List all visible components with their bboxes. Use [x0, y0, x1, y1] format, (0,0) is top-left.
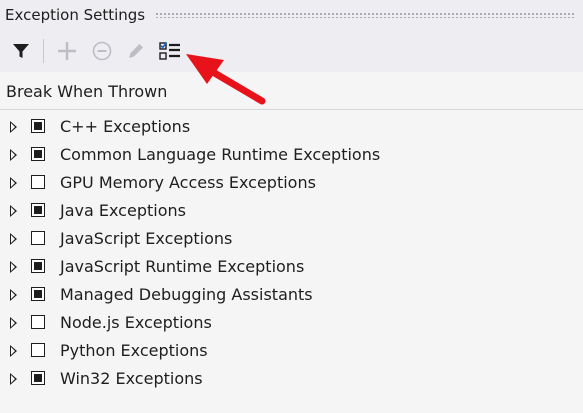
- list-item[interactable]: Node.js Exceptions: [0, 309, 583, 337]
- list-item[interactable]: Java Exceptions: [0, 197, 583, 225]
- list-item[interactable]: Common Language Runtime Exceptions: [0, 141, 583, 169]
- category-checkbox[interactable]: [31, 175, 45, 189]
- category-label: GPU Memory Access Exceptions: [60, 173, 316, 192]
- category-label: Java Exceptions: [60, 201, 186, 220]
- expand-arrow-icon[interactable]: [10, 373, 17, 385]
- category-checkbox[interactable]: [31, 231, 45, 245]
- expand-arrow-icon[interactable]: [10, 261, 17, 273]
- list-item[interactable]: JavaScript Exceptions: [0, 225, 583, 253]
- panel-titlebar: Exception Settings: [0, 0, 583, 30]
- expand-arrow-icon[interactable]: [10, 121, 17, 133]
- category-checkbox[interactable]: [31, 371, 45, 385]
- toolbar-separator: [43, 39, 44, 63]
- list-item[interactable]: Python Exceptions: [0, 337, 583, 365]
- category-label: C++ Exceptions: [60, 117, 191, 136]
- category-checkbox[interactable]: [31, 147, 45, 161]
- checklist-icon: [159, 42, 180, 60]
- expand-arrow-icon[interactable]: [10, 289, 17, 301]
- expand-arrow-icon[interactable]: [10, 233, 17, 245]
- expand-arrow-icon[interactable]: [10, 177, 17, 189]
- toolbar: [0, 30, 583, 72]
- filter-button[interactable]: [8, 38, 34, 64]
- pencil-icon: [129, 44, 143, 58]
- category-label: Common Language Runtime Exceptions: [60, 145, 381, 164]
- minus-circle-icon: [92, 41, 112, 61]
- expand-arrow-icon[interactable]: [10, 205, 17, 217]
- column-header-label: Break When Thrown: [6, 82, 168, 101]
- category-label: JavaScript Exceptions: [60, 229, 233, 248]
- expand-arrow-icon[interactable]: [10, 317, 17, 329]
- category-label: JavaScript Runtime Exceptions: [60, 257, 305, 276]
- expand-arrow-icon[interactable]: [10, 345, 17, 357]
- list-item[interactable]: JavaScript Runtime Exceptions: [0, 253, 583, 281]
- category-checkbox[interactable]: [31, 287, 45, 301]
- list-item[interactable]: GPU Memory Access Exceptions: [0, 169, 583, 197]
- category-label: Python Exceptions: [60, 341, 208, 360]
- panel-title: Exception Settings: [5, 6, 146, 24]
- category-label: Node.js Exceptions: [60, 313, 212, 332]
- list-item[interactable]: C++ Exceptions: [0, 113, 583, 141]
- category-checkbox[interactable]: [31, 343, 45, 357]
- title-grip[interactable]: [155, 12, 575, 18]
- category-checkbox[interactable]: [31, 259, 45, 273]
- filter-icon: [13, 44, 29, 58]
- category-checkbox[interactable]: [31, 119, 45, 133]
- column-header[interactable]: Break When Thrown: [0, 72, 583, 110]
- category-label: Managed Debugging Assistants: [60, 285, 313, 304]
- list-item[interactable]: Managed Debugging Assistants: [0, 281, 583, 309]
- category-checkbox[interactable]: [31, 315, 45, 329]
- category-checkbox[interactable]: [31, 203, 45, 217]
- category-label: Win32 Exceptions: [60, 369, 203, 388]
- remove-button[interactable]: [89, 38, 115, 64]
- edit-conditions-button[interactable]: [123, 38, 149, 64]
- list-item[interactable]: Win32 Exceptions: [0, 365, 583, 393]
- show-only-enabled-button[interactable]: [157, 38, 183, 64]
- plus-icon: [58, 42, 76, 60]
- expand-arrow-icon[interactable]: [10, 149, 17, 161]
- add-button[interactable]: [54, 38, 80, 64]
